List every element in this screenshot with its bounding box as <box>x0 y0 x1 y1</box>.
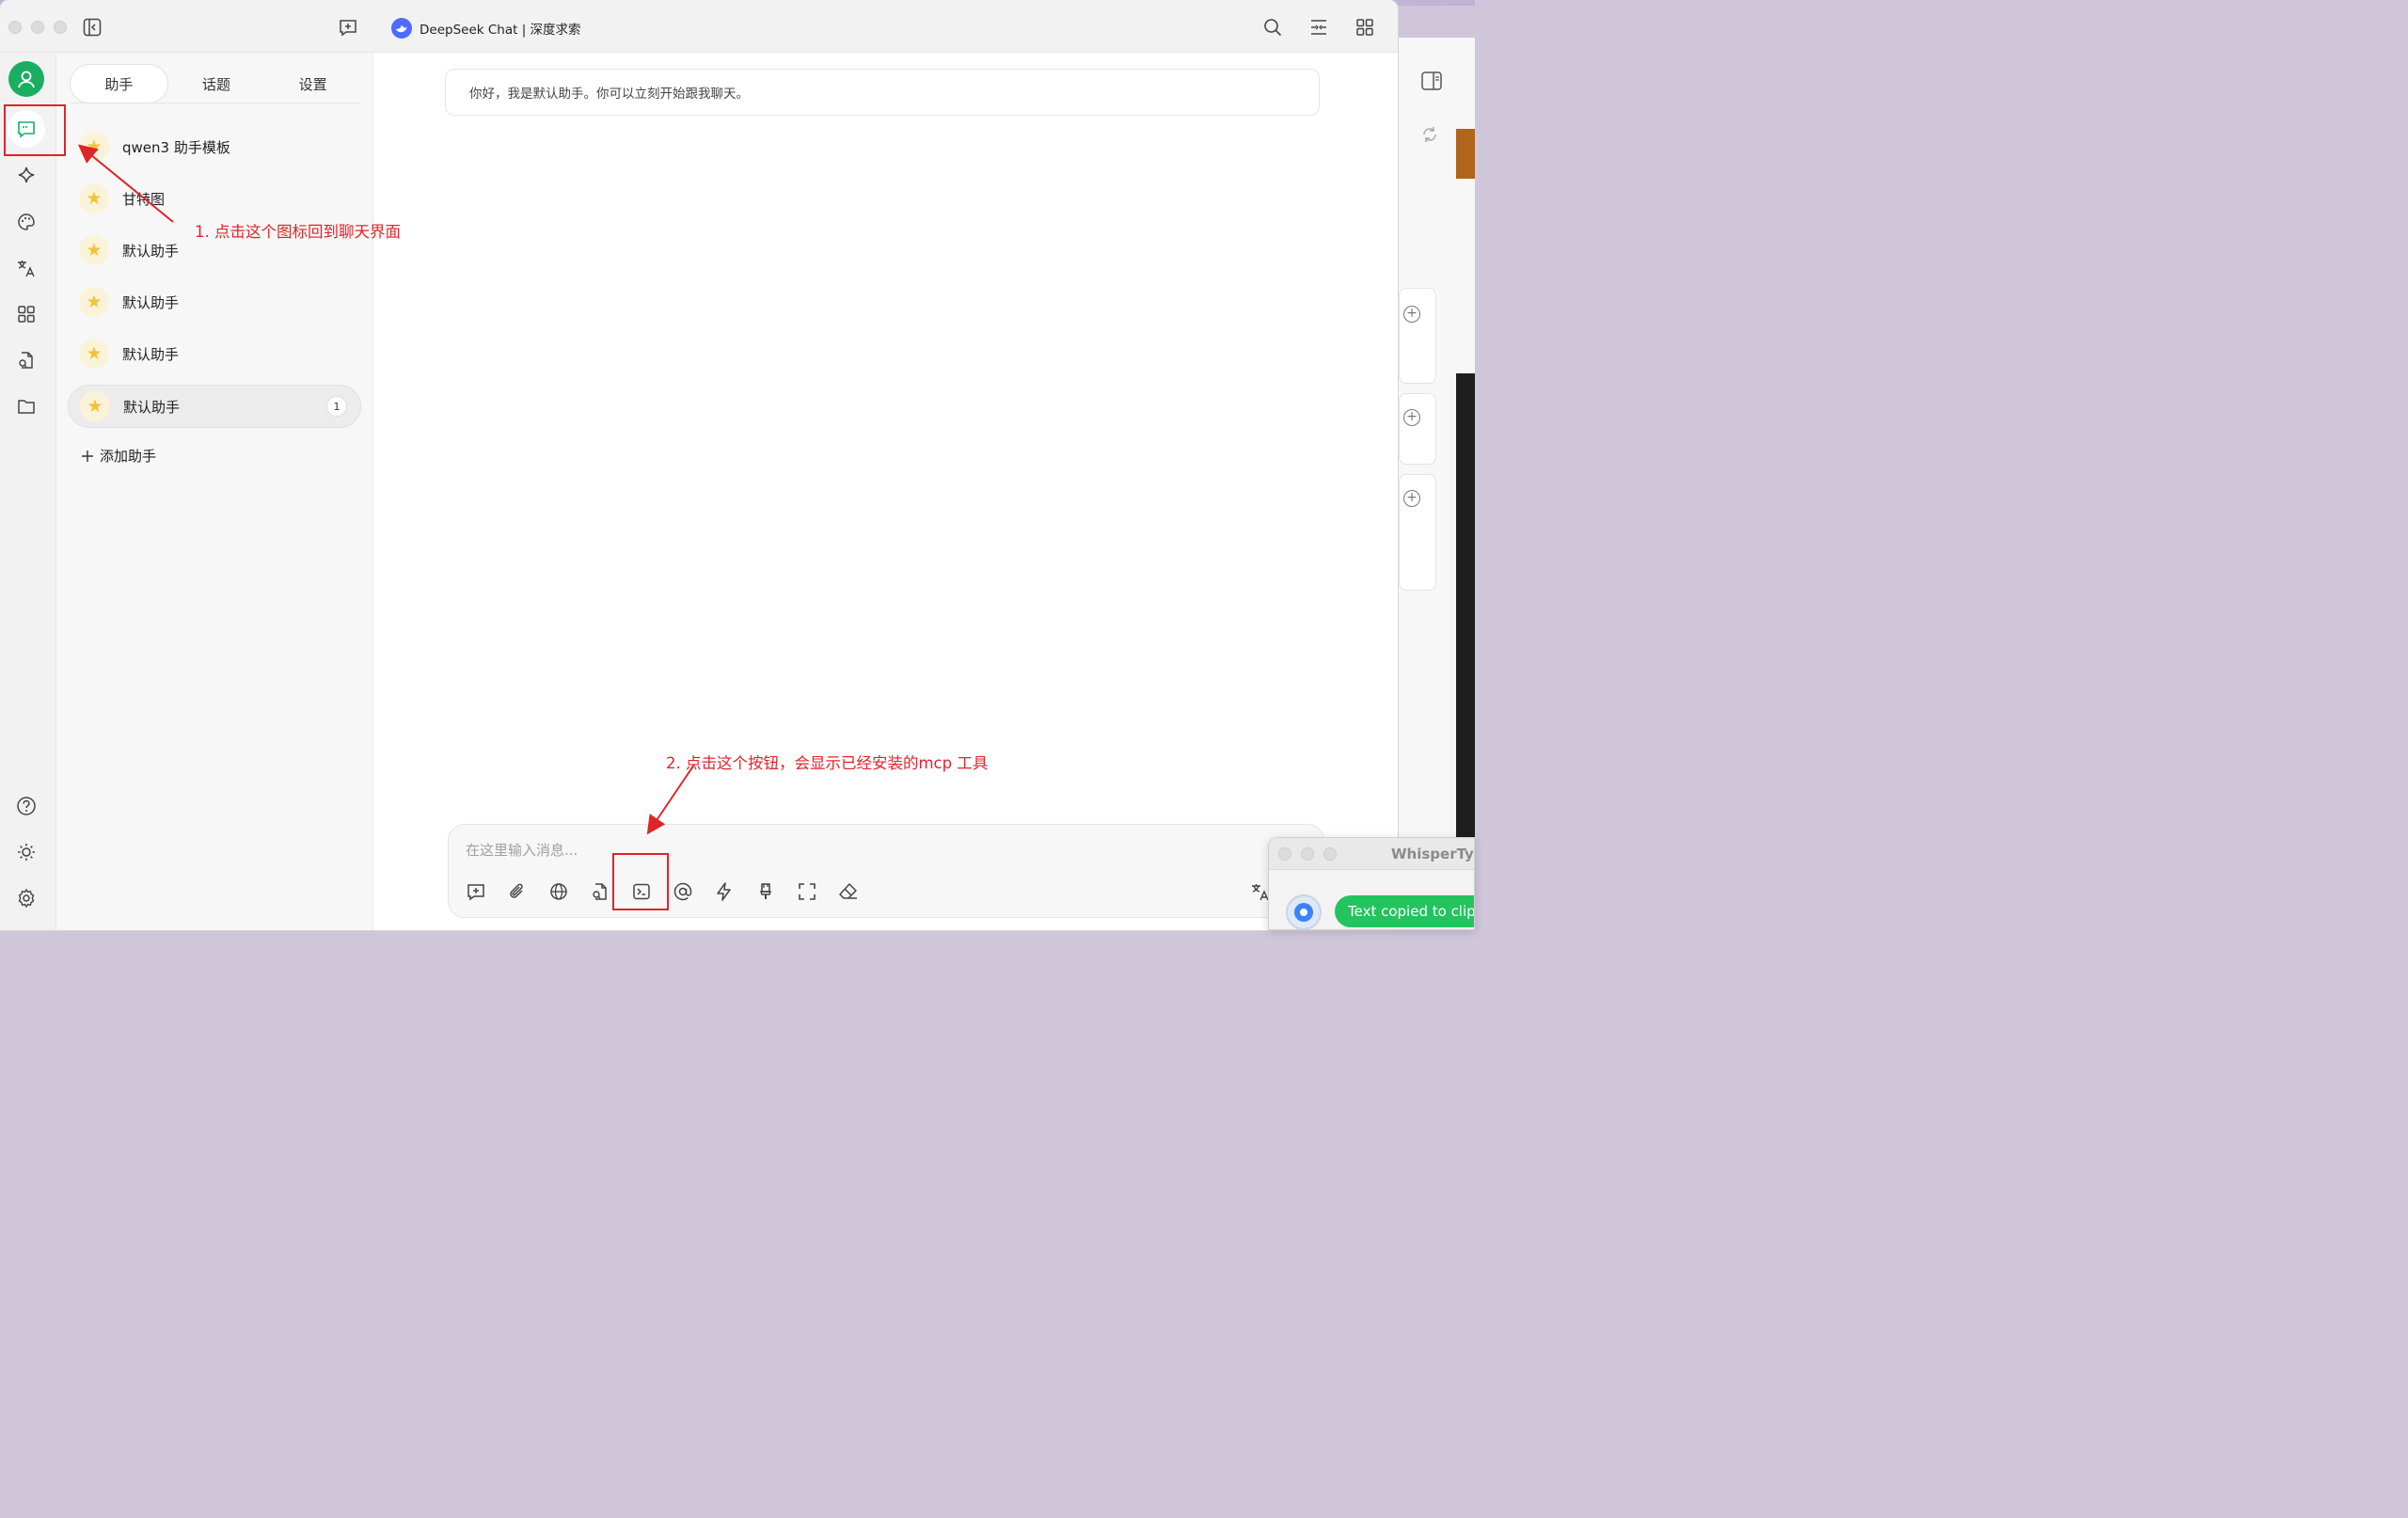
panel-toggle-icon <box>1421 71 1442 95</box>
rail-knowledge-button[interactable] <box>11 345 41 375</box>
message-input[interactable] <box>466 838 1124 862</box>
annotation-step1-text: 1. 点击这个图标回到聊天界面 <box>195 223 401 241</box>
tab-settings[interactable]: 设置 <box>264 64 361 103</box>
title-bar: DeepSeek Chat | 深度求索 <box>0 0 1398 53</box>
app-window: DeepSeek Chat | 深度求索 助手 话题 设置 ★ qwen3 助手… <box>0 0 1398 930</box>
topic-count-badge: 1 <box>326 396 347 417</box>
theme-icon <box>18 844 35 861</box>
nav-rail <box>0 53 56 930</box>
gear-icon <box>18 888 35 909</box>
whispertype-window: WhisperTyp Text copied to clip <box>1268 837 1475 930</box>
assistant-item[interactable]: ★ 默认助手 <box>68 280 361 324</box>
panel-tabs: 助手 话题 设置 <box>70 64 361 103</box>
window-title-text: DeepSeek Chat | 深度求索 <box>420 23 581 38</box>
doc-search-icon <box>19 352 33 369</box>
tab-topics[interactable]: 话题 <box>168 64 265 103</box>
rail-files-button[interactable] <box>11 391 41 421</box>
expand-icon[interactable] <box>795 879 819 904</box>
new-topic-icon[interactable] <box>464 879 488 904</box>
assistant-name: 默认助手 <box>122 242 180 260</box>
assistant-item[interactable]: ★ 甘特图 <box>68 177 361 220</box>
search-icon[interactable] <box>1262 17 1283 38</box>
folder-icon <box>18 400 35 414</box>
rail-paint-button[interactable] <box>11 207 41 237</box>
record-icon <box>1294 903 1313 922</box>
star-icon: ★ <box>79 183 109 213</box>
whispertype-close-button[interactable] <box>1278 847 1291 861</box>
annotation-step2-text: 2. 点击这个按钮，会显示已经安装的mcp 工具 <box>666 754 989 772</box>
attachment-icon[interactable] <box>505 879 530 904</box>
chat-area: 你好，我是默认助手。你可以立刻开始跟我聊天。 <box>373 53 1398 930</box>
assistant-name: 默认助手 <box>122 345 180 363</box>
plus-icon <box>82 450 93 462</box>
add-assistant-label: 添加助手 <box>100 448 157 465</box>
copied-status-pill: Text copied to clip <box>1335 895 1474 927</box>
star-icon: ★ <box>79 235 109 265</box>
rail-settings-button[interactable] <box>11 883 41 913</box>
plus-circle-icon: + <box>1403 409 1420 426</box>
whispertype-minimize-button[interactable] <box>1301 847 1314 861</box>
assistant-item[interactable]: ★ 默认助手 <box>68 332 361 375</box>
rail-agents-button[interactable] <box>11 161 41 191</box>
annotation-highlight-mcp-button <box>612 853 669 910</box>
zoom-window-button[interactable] <box>54 21 67 34</box>
message-composer <box>448 824 1324 918</box>
eraser-icon[interactable] <box>836 879 861 904</box>
rail-apps-button[interactable] <box>11 299 41 329</box>
quick-phrase-icon[interactable] <box>712 879 737 904</box>
tab-assistants[interactable]: 助手 <box>70 64 168 103</box>
mention-icon[interactable] <box>671 879 695 904</box>
background-accent <box>1456 129 1475 179</box>
user-icon <box>18 71 35 88</box>
collapse-view-icon[interactable] <box>1308 17 1329 38</box>
background-window: + + + <box>1392 38 1475 930</box>
knowledge-icon[interactable] <box>588 879 612 904</box>
add-assistant-button[interactable]: 添加助手 <box>81 446 156 466</box>
user-avatar[interactable] <box>8 61 44 97</box>
sidebar-toggle-icon[interactable] <box>82 17 103 38</box>
new-topic-icon[interactable] <box>338 17 358 38</box>
star-icon: ★ <box>80 391 110 421</box>
plus-circle-icon: + <box>1403 306 1420 323</box>
close-window-button[interactable] <box>8 21 22 34</box>
background-card <box>1399 288 1436 384</box>
plus-circle-icon: + <box>1403 490 1420 507</box>
assistant-name: 默认助手 <box>123 398 181 416</box>
background-dark-panel <box>1456 373 1475 839</box>
assistant-panel: 助手 话题 设置 ★ qwen3 助手模板 ★ 甘特图 ★ 默认助手 ★ 默认助… <box>56 53 373 930</box>
apps-icon <box>18 306 35 323</box>
background-card <box>1399 393 1436 465</box>
whispertype-title: WhisperTyp <box>1391 846 1475 862</box>
refresh-icon <box>1421 126 1438 148</box>
translate-icon <box>18 261 35 277</box>
assistant-item-active[interactable]: ★ 默认助手 1 <box>68 385 361 428</box>
deepseek-logo-icon <box>391 18 412 39</box>
greeting-message: 你好，我是默认助手。你可以立刻开始跟我聊天。 <box>445 69 1320 116</box>
sparkle-icon <box>18 166 35 183</box>
star-icon: ★ <box>79 287 109 317</box>
star-icon: ★ <box>79 132 109 162</box>
assistant-item[interactable]: ★ qwen3 助手模板 <box>68 125 361 168</box>
help-icon <box>17 797 36 815</box>
minimize-window-button[interactable] <box>31 21 44 34</box>
rail-help-button[interactable] <box>11 791 41 821</box>
palette-icon <box>18 213 35 230</box>
assistant-name: 默认助手 <box>122 293 180 311</box>
whispertype-titlebar: WhisperTyp <box>1269 838 1475 870</box>
star-icon: ★ <box>79 339 109 369</box>
assistant-name: 甘特图 <box>122 190 166 208</box>
whispertype-zoom-button[interactable] <box>1323 847 1337 861</box>
record-button[interactable] <box>1286 894 1322 929</box>
assistant-name: qwen3 助手模板 <box>122 138 230 156</box>
annotation-highlight-chat-icon <box>4 104 66 156</box>
grid-icon[interactable] <box>1354 17 1375 38</box>
web-search-icon[interactable] <box>547 879 571 904</box>
clear-context-icon[interactable] <box>753 879 778 904</box>
window-title: DeepSeek Chat | 深度求索 <box>391 17 581 40</box>
rail-theme-button[interactable] <box>11 837 41 867</box>
rail-translate-button[interactable] <box>11 253 41 283</box>
